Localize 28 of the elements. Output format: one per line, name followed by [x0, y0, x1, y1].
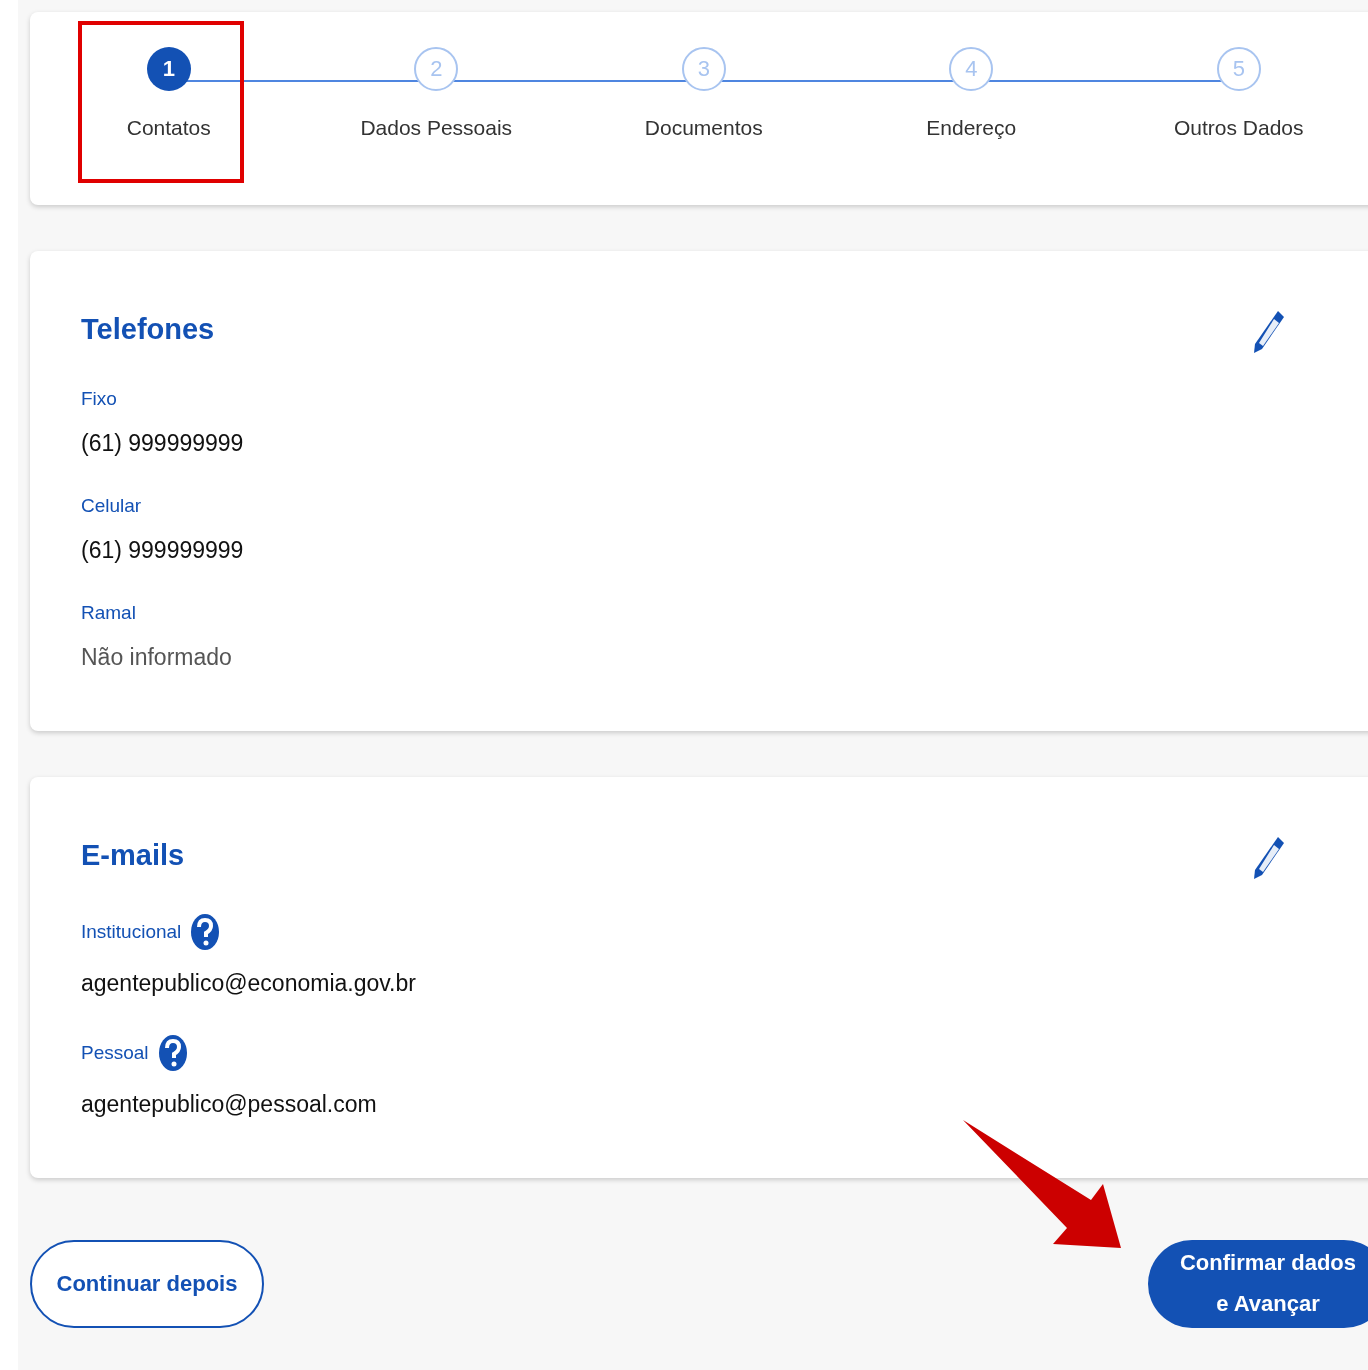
step-number[interactable]: 2: [414, 47, 459, 91]
field-value: Não informado: [81, 644, 233, 671]
step-label: Dados Pessoais: [360, 116, 513, 140]
field-value: (61) 999999999: [81, 537, 245, 564]
step-number[interactable]: 5: [1216, 47, 1261, 91]
field-label: Ramal: [81, 602, 136, 624]
edit-icon[interactable]: [1252, 835, 1286, 881]
step-label: Outros Dados: [1173, 116, 1304, 140]
field-value: agentepublico@economia.gov.br: [81, 970, 417, 997]
field-value: (61) 999999999: [81, 430, 245, 457]
step-label: Documentos: [644, 116, 763, 140]
step-label: Endereço: [926, 116, 1017, 140]
step-label: Contatos: [126, 116, 211, 140]
help-icon[interactable]: [158, 1035, 187, 1071]
field-label: Celular: [81, 495, 142, 517]
step-number[interactable]: 4: [949, 47, 994, 91]
help-icon[interactable]: [191, 914, 220, 950]
confirm-button[interactable]: Confirmar dados e Avançar: [1148, 1240, 1368, 1328]
edit-icon[interactable]: [1252, 309, 1286, 355]
field-value: agentepublico@pessoal.com: [81, 1091, 378, 1118]
field-label: Pessoal: [81, 1042, 149, 1064]
continue-later-button[interactable]: Continuar depois: [30, 1240, 264, 1328]
field-label: Institucional: [81, 921, 182, 943]
step-number[interactable]: 1: [146, 47, 191, 91]
section-title: Telefones: [81, 313, 215, 346]
step-number[interactable]: 3: [681, 47, 726, 91]
section-title: E-mails: [81, 839, 185, 872]
field-label: Fixo: [81, 388, 117, 410]
